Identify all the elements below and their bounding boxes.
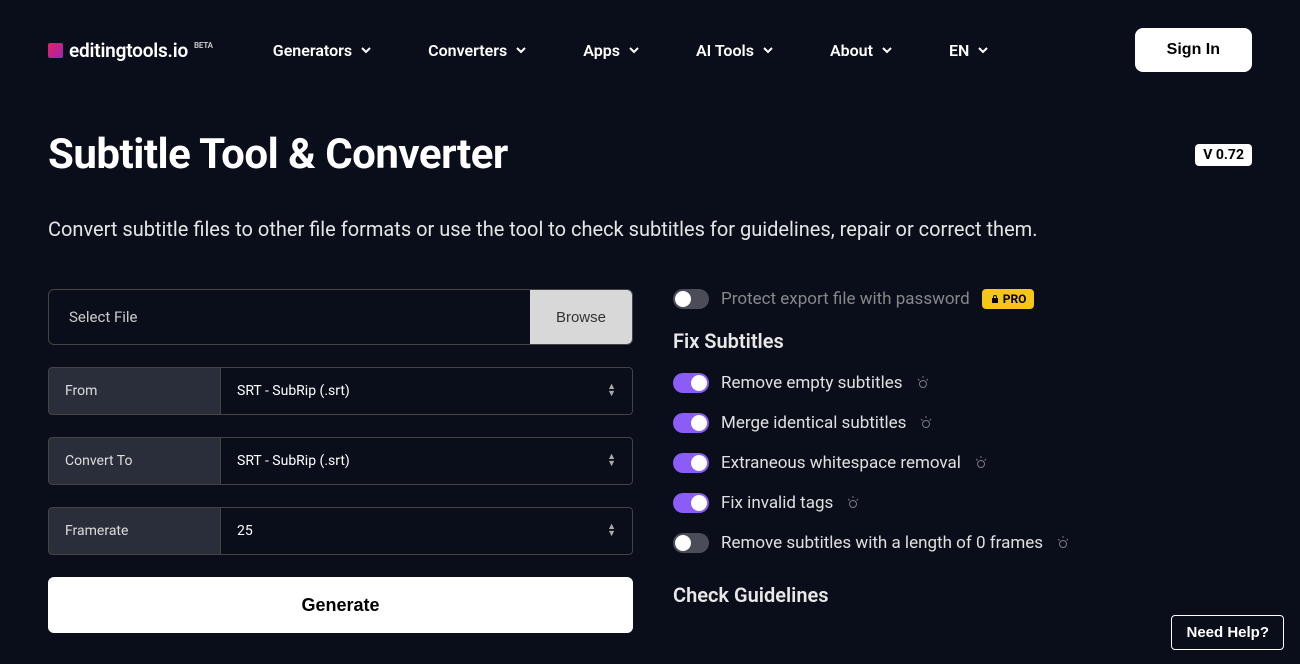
chevron-down-icon [881, 44, 893, 56]
nav-about[interactable]: About [830, 41, 893, 60]
form-column: Select File Browse From SRT - SubRip (.s… [48, 289, 633, 633]
nav-label: AI Tools [696, 41, 754, 60]
protect-row: Protect export file with password PRO [673, 289, 1252, 309]
guidelines-heading: Check Guidelines [673, 583, 1252, 607]
sort-icon: ▲▼ [607, 524, 616, 538]
nav-label: EN [949, 41, 969, 60]
nav-label: About [830, 41, 873, 60]
content: Select File Browse From SRT - SubRip (.s… [48, 289, 1252, 633]
framerate-row: Framerate 25 ▲▼ [48, 507, 633, 555]
fix-heading: Fix Subtitles [673, 329, 1252, 353]
sort-icon: ▲▼ [607, 454, 616, 468]
page-title: Subtitle Tool & Converter [48, 130, 508, 179]
lock-icon [990, 294, 1000, 304]
sort-icon: ▲▼ [607, 384, 616, 398]
zero-frames-row: Remove subtitles with a length of 0 fram… [673, 533, 1252, 553]
need-help-button[interactable]: Need Help? [1171, 615, 1284, 650]
header: editingtools.io BETA Generators Converte… [0, 0, 1300, 100]
fix-tags-label: Fix invalid tags [721, 493, 833, 513]
generate-button[interactable]: Generate [48, 577, 633, 633]
fix-tags-toggle[interactable] [673, 493, 709, 513]
chevron-down-icon [360, 44, 372, 56]
lightbulb-icon [973, 455, 989, 471]
framerate-value: 25 [237, 523, 253, 539]
pro-text: PRO [1003, 292, 1027, 306]
file-input-row: Select File Browse [48, 289, 633, 345]
lightbulb-icon [915, 375, 931, 391]
from-select[interactable]: SRT - SubRip (.srt) ▲▼ [220, 367, 633, 415]
remove-empty-label: Remove empty subtitles [721, 373, 903, 393]
from-label: From [48, 367, 220, 415]
from-row: From SRT - SubRip (.srt) ▲▼ [48, 367, 633, 415]
zero-frames-toggle[interactable] [673, 533, 709, 553]
nav-lang[interactable]: EN [949, 41, 989, 60]
merge-identical-toggle[interactable] [673, 413, 709, 433]
nav-label: Generators [273, 41, 352, 60]
framerate-label: Framerate [48, 507, 220, 555]
chevron-down-icon [628, 44, 640, 56]
zero-frames-label: Remove subtitles with a length of 0 fram… [721, 533, 1043, 553]
whitespace-row: Extraneous whitespace removal [673, 453, 1252, 473]
chevron-down-icon [762, 44, 774, 56]
merge-identical-label: Merge identical subtitles [721, 413, 906, 433]
framerate-select[interactable]: 25 ▲▼ [220, 507, 633, 555]
file-input[interactable]: Select File [49, 290, 530, 344]
fix-tags-row: Fix invalid tags [673, 493, 1252, 513]
protect-toggle[interactable] [673, 289, 709, 309]
whitespace-toggle[interactable] [673, 453, 709, 473]
convert-select[interactable]: SRT - SubRip (.srt) ▲▼ [220, 437, 633, 485]
title-row: Subtitle Tool & Converter V 0.72 [48, 130, 1252, 179]
browse-button[interactable]: Browse [530, 290, 632, 344]
convert-row: Convert To SRT - SubRip (.srt) ▲▼ [48, 437, 633, 485]
convert-value: SRT - SubRip (.srt) [237, 453, 350, 469]
nav-label: Converters [428, 41, 507, 60]
protect-label: Protect export file with password [721, 289, 970, 309]
pro-badge: PRO [982, 289, 1035, 309]
page-subtitle: Convert subtitle files to other file for… [48, 217, 1252, 241]
lightbulb-icon [845, 495, 861, 511]
chevron-down-icon [515, 44, 527, 56]
logo[interactable]: editingtools.io BETA [48, 39, 213, 62]
main: Subtitle Tool & Converter V 0.72 Convert… [0, 100, 1300, 633]
lightbulb-icon [918, 415, 934, 431]
options-column: Protect export file with password PRO Fi… [673, 289, 1252, 633]
logo-text: editingtools.io [69, 39, 188, 62]
nav-label: Apps [583, 41, 620, 60]
whitespace-label: Extraneous whitespace removal [721, 453, 961, 473]
nav-converters[interactable]: Converters [428, 41, 527, 60]
version-badge: V 0.72 [1195, 144, 1252, 166]
merge-identical-row: Merge identical subtitles [673, 413, 1252, 433]
nav-apps[interactable]: Apps [583, 41, 640, 60]
logo-beta: BETA [194, 41, 213, 50]
nav-generators[interactable]: Generators [273, 41, 372, 60]
from-value: SRT - SubRip (.srt) [237, 383, 350, 399]
sign-in-button[interactable]: Sign In [1135, 28, 1252, 72]
nav: Generators Converters Apps AI Tools Abou… [273, 41, 990, 60]
convert-label: Convert To [48, 437, 220, 485]
lightbulb-icon [1055, 535, 1071, 551]
nav-ai-tools[interactable]: AI Tools [696, 41, 774, 60]
remove-empty-row: Remove empty subtitles [673, 373, 1252, 393]
remove-empty-toggle[interactable] [673, 373, 709, 393]
chevron-down-icon [977, 44, 989, 56]
logo-icon [48, 43, 63, 58]
